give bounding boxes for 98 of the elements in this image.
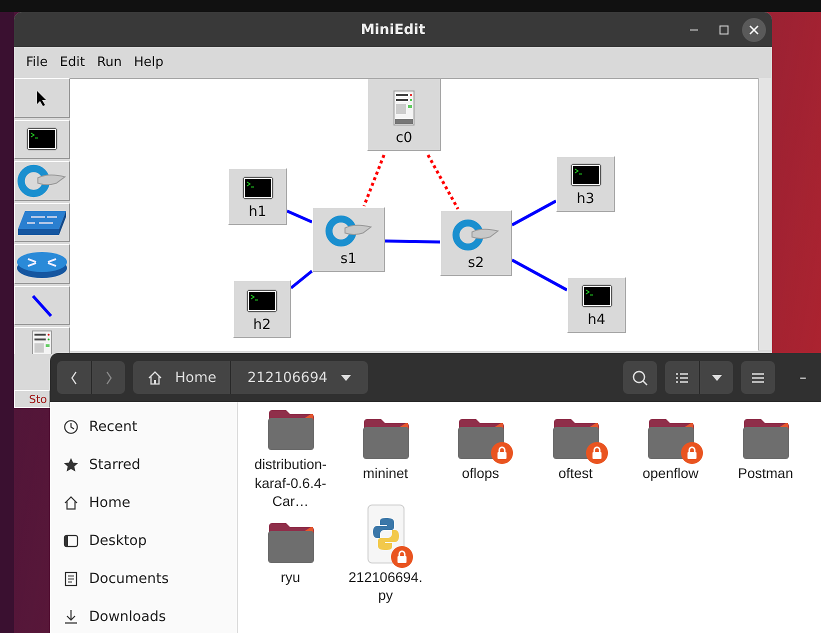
sidebar-item[interactable]: Desktop <box>50 522 237 560</box>
terminal-icon <box>242 176 274 200</box>
server-icon <box>393 90 415 126</box>
caret-icon <box>710 374 722 382</box>
file-name: distribution-karaf-0.6.4-Car… <box>253 455 328 510</box>
sidebar-item[interactable]: Downloads <box>50 598 237 633</box>
pointer-icon <box>36 90 48 106</box>
grid-item[interactable]: ryu <box>243 510 338 614</box>
link-line[interactable] <box>511 258 568 292</box>
chevron-left-icon <box>69 370 79 386</box>
grid-item[interactable]: openflow <box>623 406 718 510</box>
sidebar-item[interactable]: Recent <box>50 408 237 446</box>
home-icon <box>63 495 79 511</box>
link-line[interactable] <box>290 270 313 290</box>
home-icon <box>147 370 163 386</box>
search-button[interactable] <box>623 361 657 394</box>
network-switch-icon <box>17 208 67 237</box>
server-icon <box>31 330 53 354</box>
menu-item[interactable]: Help <box>128 55 170 70</box>
network-node[interactable]: s1 <box>312 207 385 272</box>
search-icon <box>631 368 649 386</box>
minimize-button[interactable]: – <box>783 370 821 386</box>
tool-button[interactable] <box>14 327 70 354</box>
window-title: MiniEdit <box>14 12 772 47</box>
tool-button[interactable] <box>14 244 70 284</box>
file-name: 212106694.py <box>348 568 424 604</box>
sidebar-item[interactable]: Documents <box>50 560 237 598</box>
switch-icon <box>324 215 372 247</box>
node-label: c0 <box>396 130 412 146</box>
node-label: s2 <box>468 255 484 271</box>
grid-item[interactable]: Postman <box>718 406 813 510</box>
tool-button[interactable] <box>14 78 70 118</box>
switch-icon <box>452 219 500 251</box>
menu-button[interactable] <box>741 361 775 394</box>
folder-icon <box>266 522 314 564</box>
caret-icon <box>340 374 352 382</box>
node-label: h2 <box>253 317 271 333</box>
grid-item[interactable]: mininet <box>338 406 433 510</box>
network-node[interactable]: h1 <box>228 168 287 225</box>
node-label: h4 <box>588 312 606 328</box>
grid-item[interactable]: oflops <box>433 406 528 510</box>
folder-icon <box>362 418 410 460</box>
link-line[interactable] <box>384 240 440 244</box>
canvas[interactable]: c0 h1 s1 s2 h3 h2 h4 <box>70 78 758 351</box>
file-name: oftest <box>557 464 594 482</box>
file-name: oflops <box>460 464 500 482</box>
list-icon <box>675 372 689 384</box>
line-icon <box>31 294 53 318</box>
file-name: mininet <box>362 464 410 482</box>
close-icon <box>749 25 759 35</box>
terminal-icon <box>246 289 278 313</box>
folder-icon <box>742 418 790 460</box>
clock-icon <box>63 419 79 435</box>
stop-button[interactable]: Sto <box>14 390 50 408</box>
file-name: Postman <box>736 464 794 482</box>
star-icon <box>63 457 79 473</box>
chevron-right-icon <box>104 370 114 386</box>
sidebar-item[interactable]: Home <box>50 484 237 522</box>
terminal-icon <box>26 126 58 152</box>
file-name: openflow <box>641 464 700 482</box>
desktop-icon <box>63 533 79 549</box>
file-name: ryu <box>280 568 302 586</box>
link-line[interactable] <box>511 200 557 226</box>
terminal-icon <box>580 284 612 308</box>
sidebar-item[interactable]: Starred <box>50 446 237 484</box>
node-label: h1 <box>248 204 266 220</box>
grid-item[interactable]: 212106694.py <box>338 510 433 614</box>
grid-item[interactable]: oftest <box>528 406 623 510</box>
menu-item[interactable]: Edit <box>54 55 91 70</box>
tool-button[interactable] <box>14 202 70 242</box>
download-icon <box>63 609 79 625</box>
tool-button[interactable] <box>14 120 70 160</box>
link-line[interactable] <box>426 154 460 210</box>
switch-icon <box>17 164 67 198</box>
path-button[interactable]: Home <box>133 361 230 394</box>
python-file-icon <box>366 504 404 564</box>
network-node[interactable]: s2 <box>440 210 512 276</box>
menu-icon <box>751 372 765 384</box>
terminal-icon <box>570 163 602 187</box>
menu-item[interactable]: Run <box>90 55 128 70</box>
maximize-icon <box>719 25 729 35</box>
link-line[interactable] <box>362 154 386 207</box>
node-label: h3 <box>576 191 594 207</box>
network-node[interactable]: h2 <box>233 280 291 338</box>
tool-button[interactable] <box>14 286 70 326</box>
link-line[interactable] <box>286 210 313 224</box>
scrollbar[interactable] <box>758 78 771 350</box>
menu-item[interactable]: File <box>20 55 54 70</box>
network-node[interactable]: c0 <box>367 79 441 151</box>
router-icon <box>16 249 68 280</box>
path-button[interactable]: 212106694 <box>230 361 368 394</box>
network-node[interactable]: h3 <box>556 156 615 212</box>
minimize-icon <box>689 29 699 31</box>
network-node[interactable]: h4 <box>567 277 626 333</box>
grid-item[interactable]: distribution-karaf-0.6.4-Car… <box>243 406 338 510</box>
folder-icon <box>266 409 314 452</box>
node-label: s1 <box>340 251 357 267</box>
document-icon <box>63 571 79 587</box>
